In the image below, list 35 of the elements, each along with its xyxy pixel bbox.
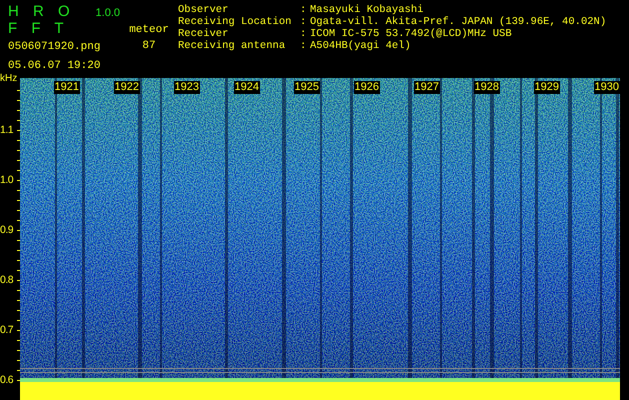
info-value: Masayuki Kobayashi [310, 4, 424, 16]
separator: : [300, 16, 308, 28]
separator: : [300, 4, 308, 16]
info-label: Receiving Location [178, 16, 292, 28]
frequency-label: 0.8 [0, 274, 14, 286]
info-value: Ogata-vill. Akita-Pref. JAPAN (139.96E, 40.02N) [310, 16, 606, 28]
frequency-label: 0.6 [0, 374, 14, 386]
unit-label: kHz [0, 73, 18, 85]
time-label: 1924 [234, 81, 260, 94]
time-label: 1927 [414, 81, 440, 94]
frequency-label: 1.0 [0, 174, 14, 186]
time-label: 1928 [474, 81, 500, 94]
time-label: 1930 [594, 81, 620, 94]
time-label: 1923 [174, 81, 200, 94]
frequency-label: 0.7 [0, 324, 14, 336]
meteor-label: meteor [128, 24, 170, 36]
time-label: 1926 [354, 81, 380, 94]
time-label: 1929 [534, 81, 560, 94]
info-label: Observer [178, 4, 230, 16]
info-value: ICOM IC-575 53.7492(@LCD)MHz USB [310, 28, 513, 40]
date-time: 05.06.07 19:20 [8, 60, 102, 72]
file-name: 0506071920.png [8, 41, 102, 53]
frequency-label: 0.9 [0, 224, 14, 236]
separator: : [300, 40, 308, 52]
separator: : [300, 28, 308, 40]
time-label: 1921 [54, 81, 80, 94]
frequency-label: 1.1 [0, 124, 14, 136]
meteor-count: 87 [141, 40, 157, 52]
app-version: 1.0.0 [96, 7, 120, 19]
info-value: A504HB(yagi 4el) [310, 40, 412, 52]
app-title: H R O F F T [8, 3, 71, 37]
time-label: 1922 [114, 81, 140, 94]
time-label: 1925 [294, 81, 320, 94]
info-label: Receiver [178, 28, 230, 40]
info-label: Receiving antenna [178, 40, 286, 52]
